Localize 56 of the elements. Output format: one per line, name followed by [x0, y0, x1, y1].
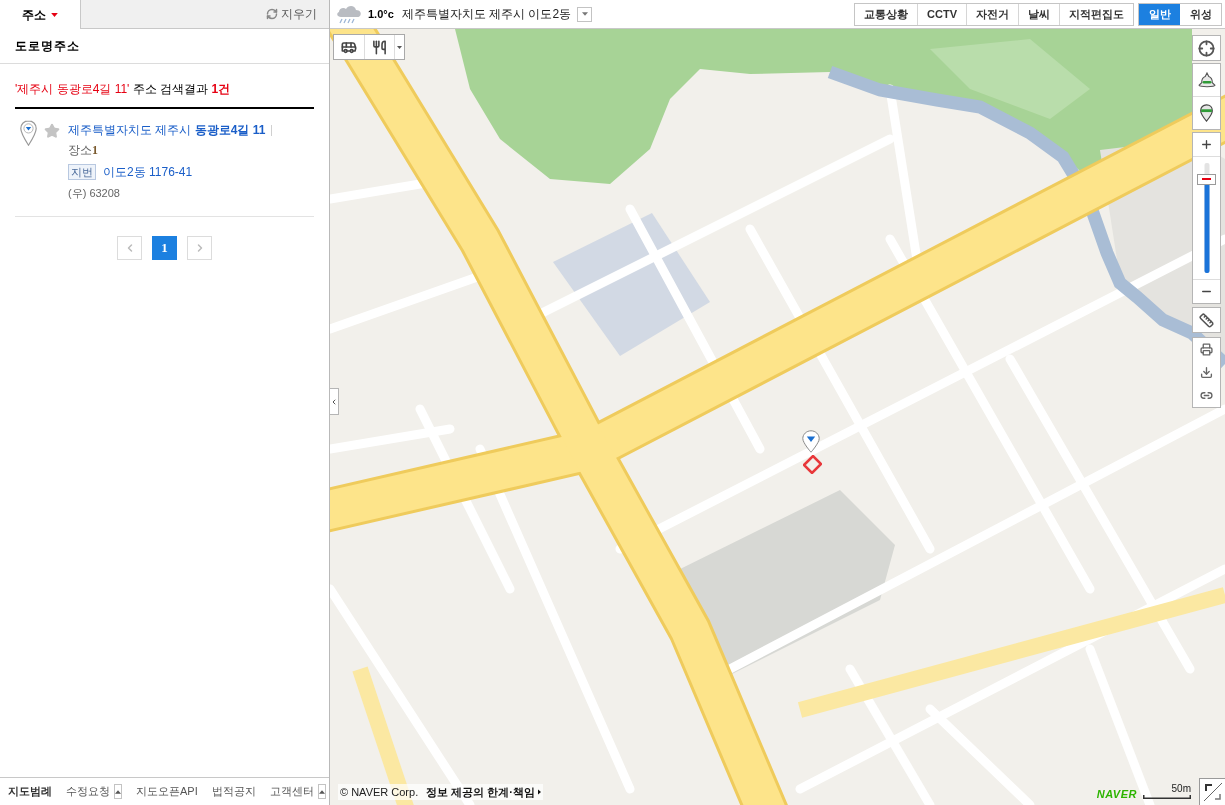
copyright-text: © NAVER Corp.	[340, 784, 419, 800]
refresh-icon	[266, 8, 278, 20]
current-location: 제주특별자치도 제주시 이도2동	[401, 6, 572, 23]
location-dropdown-button[interactable]	[577, 6, 593, 22]
bus-icon	[341, 39, 357, 55]
measure-button[interactable]	[1192, 307, 1221, 333]
section-title: 도로명주소	[15, 38, 80, 55]
expand-menu-button[interactable]	[317, 784, 326, 799]
crosshair-icon	[1198, 39, 1215, 57]
map-pin-icon	[1200, 104, 1213, 122]
corner-brackets-icon	[1202, 782, 1223, 802]
star-icon	[44, 123, 60, 139]
cloud-rain-icon	[335, 4, 363, 24]
address-link[interactable]: 제주특별자치도 제주시 동광로4길 11	[68, 121, 266, 139]
location-pin-icon[interactable]	[802, 430, 820, 453]
place-count-label: 장소1	[68, 142, 98, 159]
expand-menu-button[interactable]	[114, 784, 122, 799]
plus-icon	[1200, 138, 1213, 151]
panel-collapse-handle[interactable]	[330, 388, 339, 415]
printer-icon	[1200, 343, 1213, 356]
diamond-outline-icon	[803, 455, 822, 474]
disclaimer-link[interactable]: 정보 제공의 한계·책임	[426, 783, 541, 800]
caret-right-icon	[538, 788, 541, 795]
my-location-button[interactable]	[1192, 35, 1221, 61]
temperature: 1.0°c	[368, 6, 394, 22]
footer-link[interactable]: 지도오픈API	[136, 783, 198, 800]
scale-label: 50m	[1171, 783, 1191, 795]
download-icon	[1200, 366, 1213, 379]
scale-bar-icon	[1143, 795, 1191, 799]
map-type-button[interactable]: 일반	[1139, 3, 1180, 25]
postal-code: (우) 63208	[68, 186, 120, 201]
caret-up-icon	[115, 789, 121, 794]
minimap-toggle-button[interactable]	[1199, 778, 1225, 805]
chevron-left-icon	[330, 397, 338, 406]
fork-knife-icon	[372, 39, 387, 55]
footer-link[interactable]: 지도범례	[8, 783, 52, 800]
caret-up-icon	[318, 789, 325, 794]
footer-link[interactable]: 수정요청	[66, 783, 110, 800]
page-button[interactable]: 1	[152, 236, 177, 260]
footer-link[interactable]: 법적공지	[211, 783, 256, 800]
more-filters-button[interactable]	[394, 35, 404, 59]
caret-down-icon	[581, 12, 588, 16]
lot-address-link[interactable]: 이도2동 1176-41	[103, 163, 193, 181]
favorite-star-button[interactable]	[44, 123, 60, 139]
caret-down-icon	[397, 45, 402, 49]
caret-icon	[51, 12, 58, 17]
clear-button[interactable]: 지우기	[266, 5, 317, 23]
map-pin-icon[interactable]	[20, 120, 37, 146]
lot-number-tag: 지번	[68, 164, 96, 180]
dome-icon	[1197, 72, 1216, 88]
link-icon	[1200, 389, 1213, 402]
footer-link[interactable]: 고객센터	[269, 783, 314, 800]
ruler-icon	[1199, 312, 1214, 328]
zoom-slider-thumb[interactable]	[1197, 173, 1216, 185]
result-summary: '제주시 동광로4길 11' 주소 검색결과 1건	[15, 81, 232, 98]
map-logo: NAVER	[1096, 786, 1137, 802]
